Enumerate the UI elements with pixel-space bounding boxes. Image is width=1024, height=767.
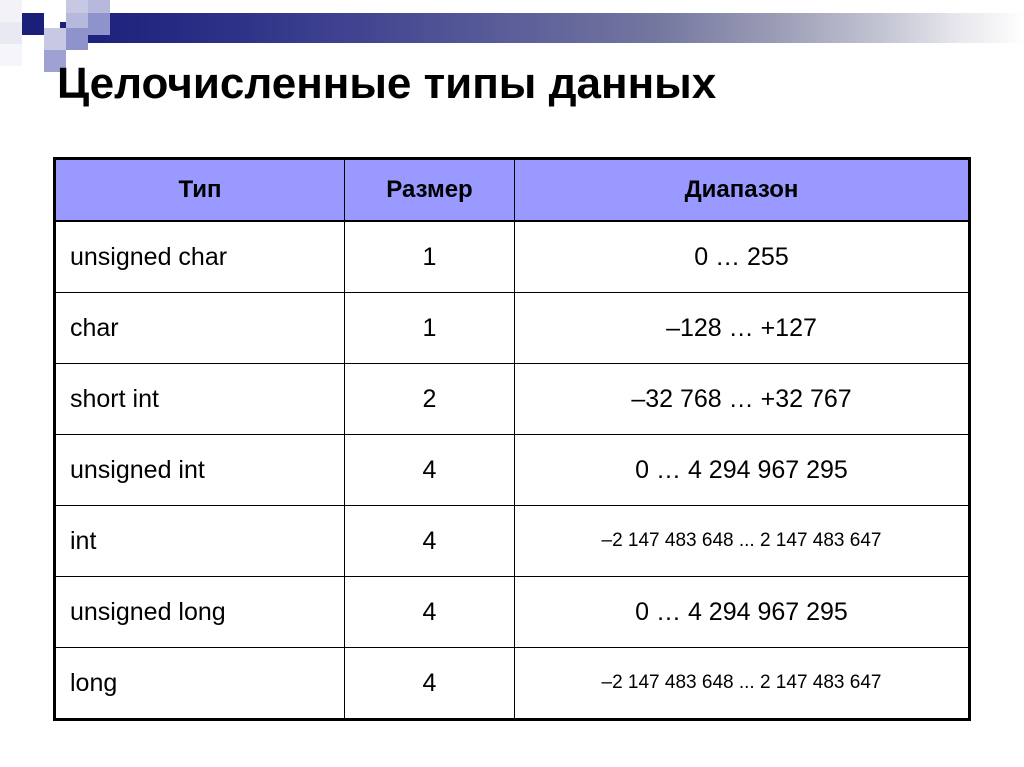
gradient-bar <box>60 13 1024 43</box>
column-header-size: Размер <box>344 158 515 222</box>
cell-type: char <box>54 292 345 364</box>
mosaic-square <box>88 0 110 13</box>
mosaic-square <box>0 0 22 22</box>
mosaic-square <box>44 0 66 22</box>
cell-type: unsigned char <box>54 220 345 293</box>
cell-type: short int <box>54 363 345 435</box>
cell-size: 4 <box>344 505 515 577</box>
cell-type: long <box>54 647 345 720</box>
table-header-row: Тип Размер Диапазон <box>54 158 970 222</box>
table-row: int 4 –2 147 483 648 ... 2 147 483 647 <box>54 505 970 577</box>
header-decoration <box>0 0 1024 72</box>
mosaic-square <box>0 22 22 44</box>
cell-type: int <box>54 505 345 577</box>
mosaic-square <box>88 13 110 35</box>
mosaic-square <box>22 13 44 35</box>
cell-range: 0 … 255 <box>514 220 970 293</box>
table-row: unsigned char 1 0 … 255 <box>54 220 970 293</box>
cell-range: –2 147 483 648 ... 2 147 483 647 <box>514 647 970 720</box>
cell-size: 1 <box>344 220 515 293</box>
table-body: unsigned char 1 0 … 255 char 1 –128 … +127 sho… <box>54 220 970 720</box>
integer-types-table: Тип Размер Диапазон unsigned char 1 0 … 25… <box>53 157 971 721</box>
cell-type: unsigned int <box>54 434 345 506</box>
table-row: unsigned long 4 0 … 4 294 967 295 <box>54 576 970 648</box>
table-row: short int 2 –32 768 … +32 767 <box>54 363 970 435</box>
mosaic-square <box>66 28 88 50</box>
column-header-range: Диапазон <box>514 158 970 222</box>
mosaic-square <box>66 0 88 13</box>
cell-size: 2 <box>344 363 515 435</box>
cell-range: –2 147 483 648 ... 2 147 483 647 <box>514 505 970 577</box>
cell-size: 4 <box>344 647 515 720</box>
cell-range: 0 … 4 294 967 295 <box>514 576 970 648</box>
column-header-type: Тип <box>54 158 345 222</box>
table-header: Тип Размер Диапазон <box>54 158 970 222</box>
cell-range: 0 … 4 294 967 295 <box>514 434 970 506</box>
table-row: char 1 –128 … +127 <box>54 292 970 364</box>
cell-size: 1 <box>344 292 515 364</box>
cell-range: –128 … +127 <box>514 292 970 364</box>
mosaic-square <box>44 28 66 50</box>
page-title: Целочисленные типы данных <box>57 59 717 108</box>
table-row: long 4 –2 147 483 648 ... 2 147 483 647 <box>54 647 970 720</box>
cell-size: 4 <box>344 576 515 648</box>
cell-range: –32 768 … +32 767 <box>514 363 970 435</box>
mosaic-square <box>0 44 22 66</box>
cell-size: 4 <box>344 434 515 506</box>
cell-type: unsigned long <box>54 576 345 648</box>
table-row: unsigned int 4 0 … 4 294 967 295 <box>54 434 970 506</box>
